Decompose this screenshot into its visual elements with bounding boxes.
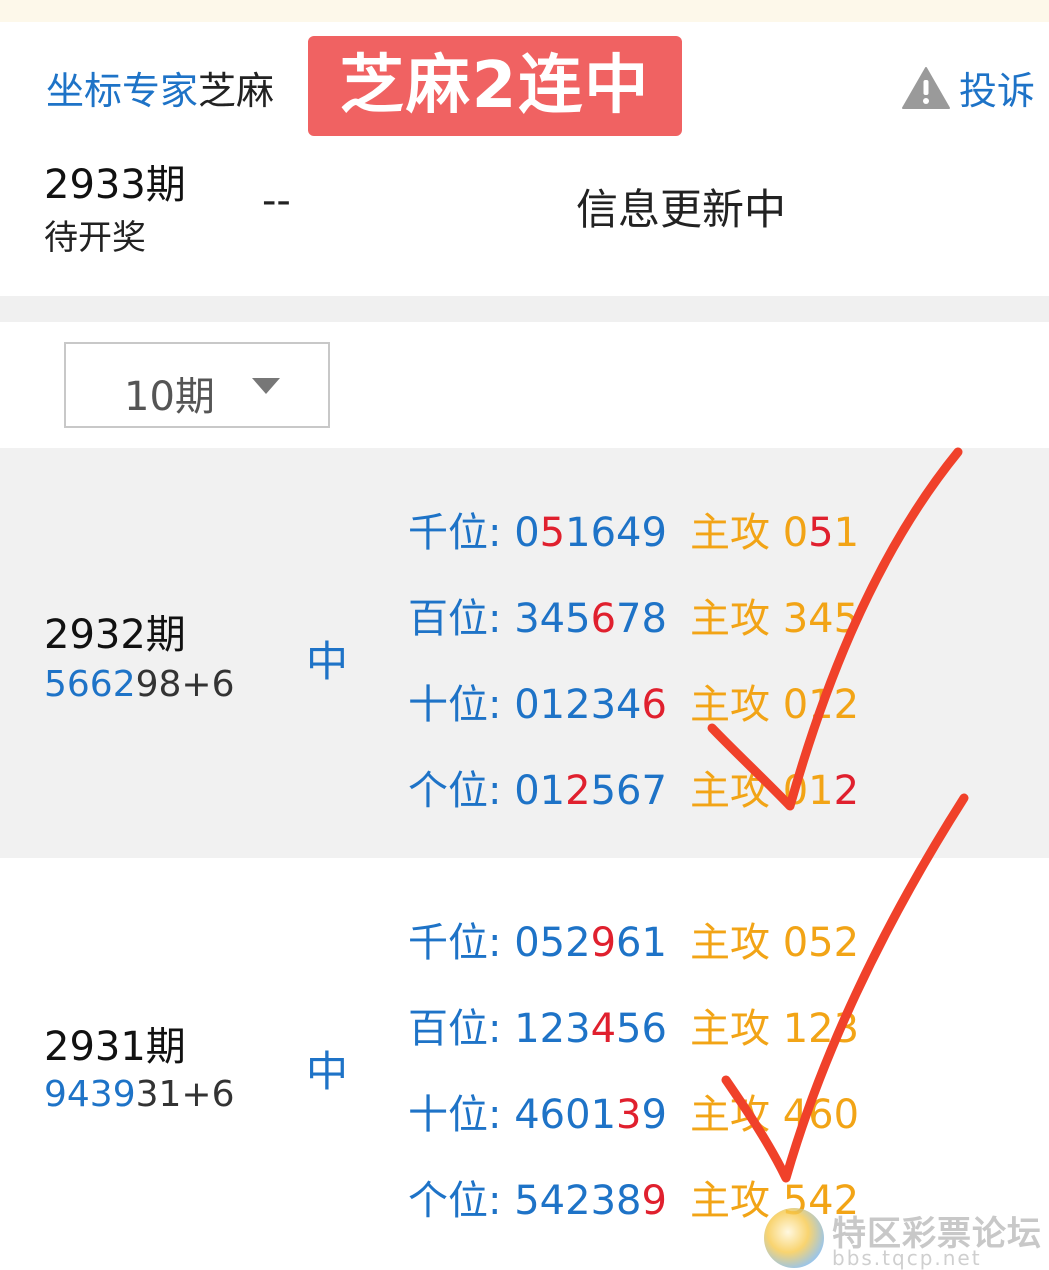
forum-logo-icon bbox=[764, 1208, 824, 1268]
period-select-value: 10期 bbox=[124, 374, 215, 420]
record-result: 中 bbox=[306, 637, 349, 686]
position-digits: 012346 bbox=[514, 682, 667, 728]
position-digits: 542389 bbox=[514, 1178, 667, 1224]
expert-title[interactable]: 坐标专家芝麻 bbox=[46, 60, 274, 115]
position-digits: 051649 bbox=[514, 510, 667, 556]
position-line: 千位: 052961 主攻 052 bbox=[408, 910, 859, 968]
expert-label: 坐标专家 bbox=[46, 69, 199, 113]
watermark-url: bbs.tqcp.net bbox=[832, 1246, 982, 1270]
pending-info: 信息更新中 bbox=[576, 185, 787, 234]
section-divider bbox=[0, 296, 1049, 322]
complain-button[interactable]: 投诉 bbox=[901, 60, 1035, 115]
position-line: 百位: 345678 主攻 345 bbox=[408, 586, 859, 644]
complain-label: 投诉 bbox=[958, 69, 1035, 113]
position-line: 十位: 460139 主攻 460 bbox=[408, 1082, 859, 1140]
record-draw: 943931+6 bbox=[44, 1074, 235, 1115]
position-digits: 460139 bbox=[514, 1092, 667, 1138]
record-issue: 2931期 bbox=[44, 1024, 186, 1070]
position-digits: 012567 bbox=[514, 768, 667, 814]
expert-name: 芝麻 bbox=[198, 69, 275, 113]
main-attack: 主攻 012 bbox=[690, 768, 860, 814]
dropdown-caret-icon bbox=[252, 378, 280, 394]
pending-status: 待开奖 bbox=[44, 218, 146, 258]
record-row: 2932期 566298+6 中 千位: 051649 主攻 051 百位: 3… bbox=[0, 448, 1049, 858]
record-result: 中 bbox=[306, 1047, 349, 1096]
pending-issue: 2933期 bbox=[44, 162, 186, 208]
position-line: 个位: 542389 主攻 542 bbox=[408, 1168, 859, 1226]
pending-dash: -- bbox=[262, 178, 291, 224]
record-draw: 566298+6 bbox=[44, 664, 235, 705]
main-attack: 主攻 012 bbox=[690, 682, 860, 728]
warning-triangle-icon bbox=[901, 66, 950, 109]
main-attack: 主攻 051 bbox=[690, 510, 860, 556]
main-attack: 主攻 345 bbox=[690, 596, 860, 642]
record-issue: 2932期 bbox=[44, 612, 186, 658]
position-line: 十位: 012346 主攻 012 bbox=[408, 672, 859, 730]
position-line: 千位: 051649 主攻 051 bbox=[408, 500, 859, 558]
main-attack: 主攻 460 bbox=[690, 1092, 860, 1138]
position-digits: 123456 bbox=[514, 1006, 667, 1052]
main-attack: 主攻 052 bbox=[690, 920, 860, 966]
forum-watermark: 特区彩票论坛 bbs.tqcp.net bbox=[760, 1206, 1049, 1270]
position-digits: 052961 bbox=[514, 920, 667, 966]
top-strip bbox=[0, 0, 1049, 22]
period-select[interactable]: 10期 bbox=[64, 342, 330, 428]
main-attack: 主攻 123 bbox=[690, 1006, 860, 1052]
streak-badge: 芝麻2连中 bbox=[308, 36, 682, 136]
position-digits: 345678 bbox=[514, 596, 667, 642]
position-line: 个位: 012567 主攻 012 bbox=[408, 758, 859, 816]
position-line: 百位: 123456 主攻 123 bbox=[408, 996, 859, 1054]
